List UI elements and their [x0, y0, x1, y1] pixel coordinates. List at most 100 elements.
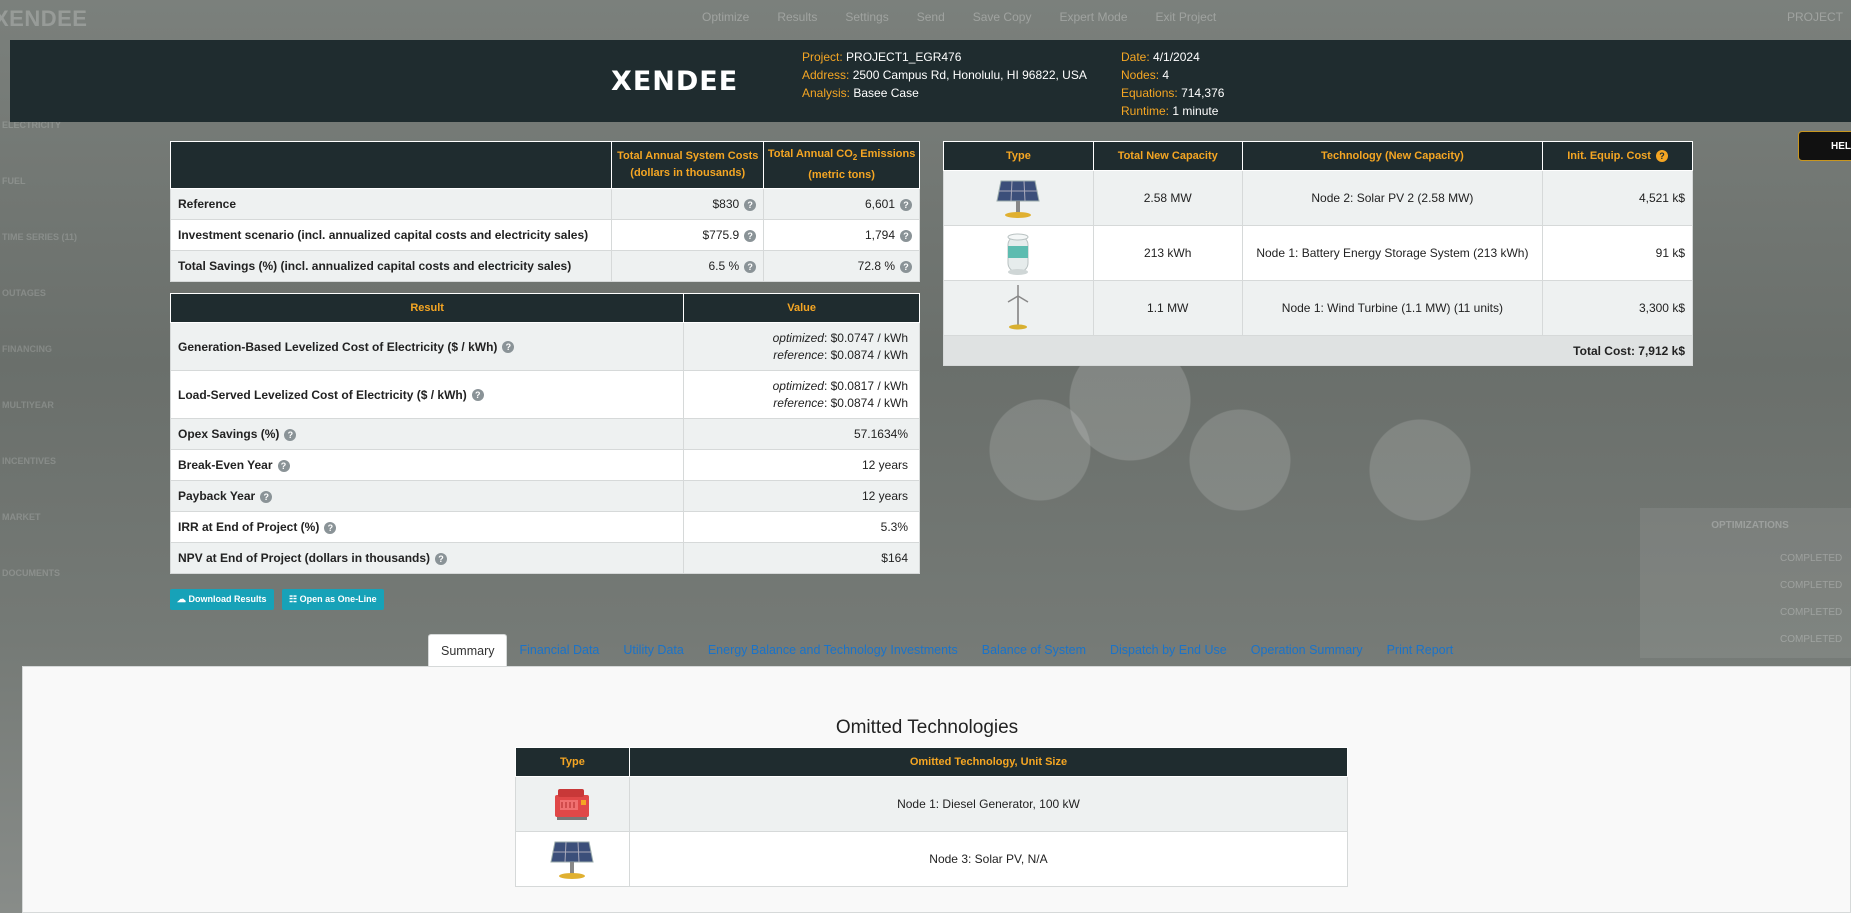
nav-optimize: Optimize	[702, 10, 750, 24]
help-icon[interactable]: ?	[435, 552, 448, 565]
summary-cost-cell: $830?	[611, 188, 765, 220]
background-sidebar-item: OUTAGES	[2, 288, 46, 298]
table-row: 2.58 MW Node 2: Solar PV 2 (2.58 MW) 4,5…	[943, 170, 1693, 226]
tech-capacity-cell: 213 kWh	[1092, 225, 1243, 281]
optimization-status: COMPLETED	[1780, 607, 1843, 618]
result-value: optimized: $0.0747 / kWh reference: $0.0…	[683, 322, 920, 371]
summary-cost-cell: $775.9?	[611, 219, 765, 251]
result-value: $164	[683, 542, 920, 574]
nav-settings: Settings	[845, 10, 889, 24]
nav-exit-project: Exit Project	[1155, 10, 1217, 24]
date-label: Date:	[1121, 50, 1150, 64]
table-row: Break-Even Year? 12 years	[169, 449, 920, 481]
table-row: Node 1: Diesel Generator, 100 kW	[515, 776, 1349, 832]
cost-column-header: Init. Equip. Cost?	[1542, 141, 1693, 171]
tech-type-cell	[943, 280, 1094, 336]
help-icon[interactable]: ?	[744, 260, 757, 273]
omitted-technologies-table: Type Omitted Technology, Unit Size Node …	[515, 747, 1349, 887]
capacity-column-header: Total New Capacity	[1092, 141, 1243, 171]
summary-row-label: Reference	[169, 188, 613, 220]
project-name: PROJECT1_EGR476	[846, 50, 962, 64]
result-column-header: Result	[169, 293, 685, 323]
help-icon[interactable]: ?	[744, 229, 757, 242]
omitted-tech-cell: Node 3: Solar PV, N/A	[628, 831, 1349, 887]
optimization-status: COMPLETED	[1780, 580, 1843, 591]
results-header: XENDEE Project: PROJECT1_EGR476 Address:…	[10, 40, 1851, 122]
omitted-tech-column-header: Omitted Technology, Unit Size	[628, 747, 1349, 777]
help-icon[interactable]: ?	[744, 198, 757, 211]
tab-dispatch-by-end-use[interactable]: Dispatch by End Use	[1098, 634, 1239, 666]
help-icon[interactable]: ?	[471, 389, 484, 402]
tech-cost-cell: 3,300 k$	[1542, 280, 1693, 336]
summary-co2-cell: 72.8 %?	[763, 250, 920, 282]
tab-energy-balance[interactable]: Energy Balance and Technology Investment…	[696, 634, 970, 666]
optimizations-title: OPTIMIZATIONS	[1711, 520, 1789, 531]
omitted-tech-cell: Node 1: Diesel Generator, 100 kW	[628, 776, 1349, 832]
result-label: Opex Savings (%)?	[169, 418, 685, 450]
help-icon[interactable]: ?	[284, 428, 297, 441]
open-one-line-button[interactable]: ☷ Open as One-Line	[282, 589, 384, 610]
background-sidebar-item: MULTIYEAR	[2, 400, 54, 410]
tech-name-cell: Node 1: Battery Energy Storage System (2…	[1241, 225, 1544, 281]
help-icon[interactable]: ?	[900, 229, 912, 242]
tech-type-cell	[943, 225, 1094, 281]
tab-summary[interactable]: Summary	[428, 634, 508, 666]
tech-name-cell: Node 1: Wind Turbine (1.1 MW) (11 units)	[1241, 280, 1544, 336]
help-icon[interactable]: ?	[324, 521, 337, 534]
table-row: Generation-Based Levelized Cost of Elect…	[169, 322, 920, 371]
tab-print-report[interactable]: Print Report	[1375, 634, 1466, 666]
tab-utility-data[interactable]: Utility Data	[611, 634, 695, 666]
result-value: 57.1634%	[683, 418, 920, 450]
result-value: optimized: $0.0817 / kWh reference: $0.0…	[683, 370, 920, 419]
help-icon[interactable]: ?	[900, 260, 912, 273]
wind-turbine-icon	[1008, 285, 1029, 330]
table-row: 1.1 MW Node 1: Wind Turbine (1.1 MW) (11…	[943, 280, 1693, 336]
background-sidebar: ELECTRICITY FUEL TIME SERIES (11) OUTAGE…	[0, 120, 80, 624]
runtime-label: Runtime:	[1121, 104, 1170, 118]
tech-type-cell	[943, 170, 1094, 226]
help-icon[interactable]: ?	[502, 341, 515, 354]
summary-tab-panel: Omitted Technologies Type Omitted Techno…	[22, 666, 1851, 913]
tab-financial-data[interactable]: Financial Data	[507, 634, 611, 666]
table-row: 213 kWh Node 1: Battery Energy Storage S…	[943, 225, 1693, 281]
background-sidebar-item: DOCUMENTS	[2, 568, 60, 578]
omitted-type-cell	[515, 776, 630, 832]
optimization-status: COMPLETED	[1780, 634, 1843, 645]
background-sidebar-item: FINANCING	[2, 344, 52, 354]
help-icon[interactable]: ?	[900, 198, 912, 211]
table-row: Total Savings (%) (incl. annualized capi…	[169, 250, 920, 282]
results-tabs: Summary Financial Data Utility Data Ener…	[428, 634, 1465, 666]
run-info: Date: 4/1/2024 Nodes: 4 Equations: 714,3…	[1121, 48, 1224, 120]
nodes-label: Nodes:	[1121, 68, 1160, 82]
result-label: Generation-Based Levelized Cost of Elect…	[169, 322, 685, 371]
nodes-value: 4	[1162, 68, 1170, 82]
nav-results: Results	[777, 10, 818, 24]
table-row: Node 3: Solar PV, N/A	[515, 831, 1349, 887]
tab-balance-of-system[interactable]: Balance of System	[970, 634, 1098, 666]
download-results-button[interactable]: ☁ Download Results	[170, 589, 274, 610]
solar-panel-icon	[550, 841, 595, 879]
background-sidebar-item: FUEL	[2, 176, 26, 186]
result-value: 12 years	[683, 449, 920, 481]
help-icon[interactable]: ?	[260, 490, 273, 503]
background-sidebar-item: ELECTRICITY	[2, 120, 62, 130]
nav-expert-mode: Expert Mode	[1059, 10, 1128, 24]
result-value: 5.3%	[683, 511, 920, 543]
equations-value: 714,376	[1181, 86, 1225, 100]
optimization-status: COMPLETED	[1780, 553, 1843, 564]
help-icon[interactable]: ?	[277, 459, 290, 472]
background-optimizations-panel: OPTIMIZATIONS COMPLETED COMPLETED COMPLE…	[1640, 508, 1851, 658]
total-cost: Total Cost: 7,912 k$	[943, 335, 1693, 366]
xendee-logo: XENDEE	[611, 66, 739, 97]
help-icon[interactable]: ?	[1655, 150, 1668, 163]
omitted-type-cell	[515, 831, 630, 887]
result-label: Break-Even Year?	[169, 449, 685, 481]
tab-operation-summary[interactable]: Operation Summary	[1239, 634, 1375, 666]
help-button[interactable]: HEL	[1798, 131, 1851, 161]
annual-summary-table: Total Annual System Costs (dollars in tho…	[169, 141, 920, 282]
diesel-generator-icon	[555, 789, 590, 820]
analysis-value: Basee Case	[853, 86, 919, 100]
table-row: Payback Year? 12 years	[169, 480, 920, 512]
tech-cost-cell: 91 k$	[1542, 225, 1693, 281]
background-sidebar-item: INCENTIVES	[2, 456, 57, 466]
